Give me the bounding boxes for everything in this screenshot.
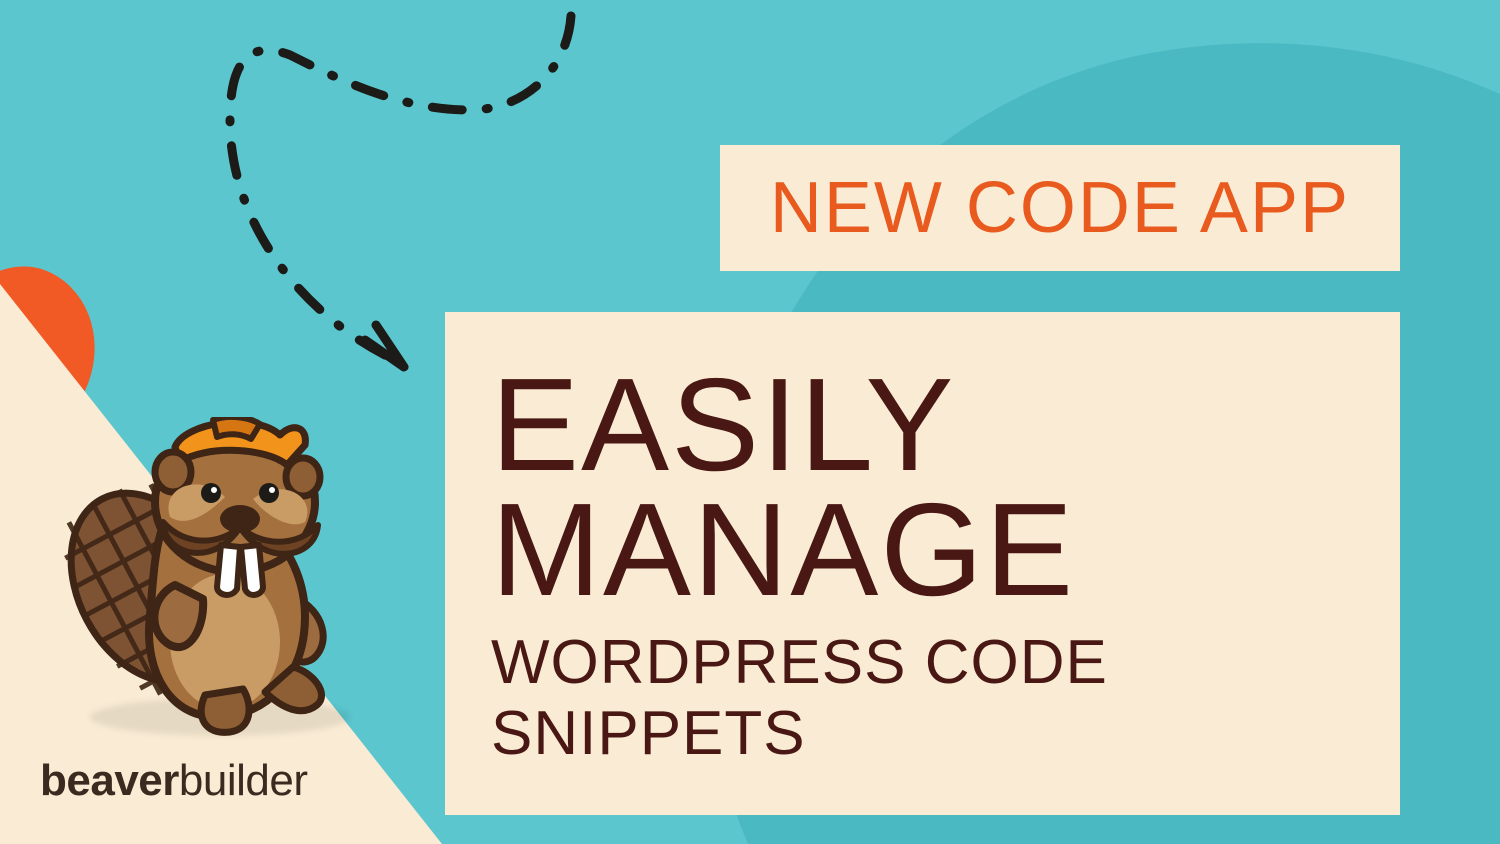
beaver-mascot-icon bbox=[55, 417, 355, 737]
headline-box: EASILY MANAGE WORDPRESS CODE SNIPPETS bbox=[445, 312, 1400, 815]
headline-main: EASILY MANAGE bbox=[491, 362, 1354, 613]
badge-label: NEW CODE APP bbox=[770, 167, 1350, 249]
brand-part2: builder bbox=[179, 756, 308, 805]
headline-sub: WORDPRESS CODE SNIPPETS bbox=[491, 627, 1354, 769]
brand-part1: beaver bbox=[40, 756, 179, 805]
brand-wordmark: beaverbuilder bbox=[40, 756, 307, 806]
badge-new-code-app: NEW CODE APP bbox=[720, 145, 1400, 271]
promo-graphic: NEW CODE APP EASILY MANAGE WORDPRESS COD… bbox=[0, 0, 1500, 844]
